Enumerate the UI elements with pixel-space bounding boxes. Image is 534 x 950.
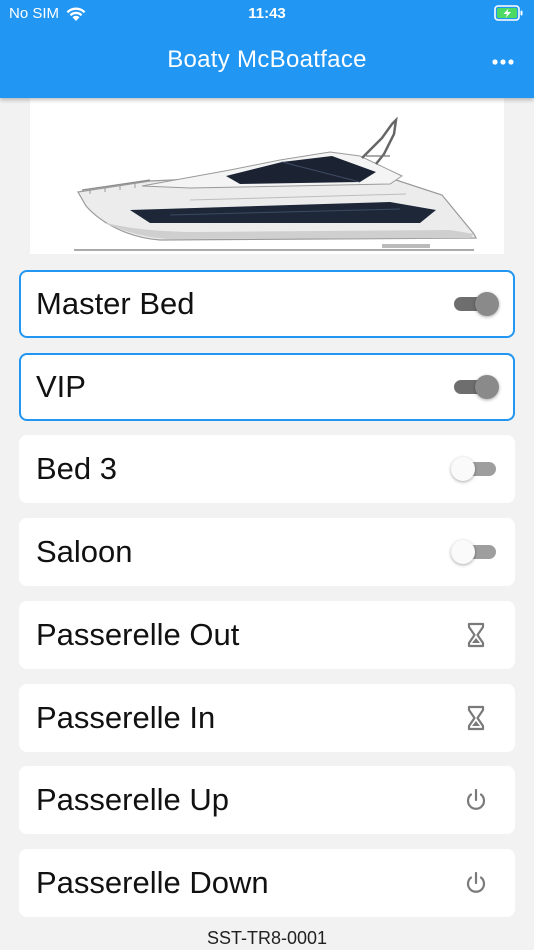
control-label: Passerelle Out — [36, 617, 240, 652]
control-passerelle-out[interactable]: Passerelle Out — [19, 601, 515, 669]
hourglass-icon — [467, 705, 485, 731]
status-battery — [494, 4, 524, 26]
power-icon — [466, 871, 486, 893]
saloon-toggle[interactable] — [451, 537, 499, 567]
control-label: Passerelle Down — [36, 865, 269, 900]
control-saloon[interactable]: Saloon — [19, 518, 515, 586]
control-label: VIP — [36, 369, 86, 404]
more-options-icon[interactable] — [490, 52, 516, 72]
boat-image — [30, 98, 504, 254]
toggle-knob — [475, 292, 499, 316]
control-passerelle-up[interactable]: Passerelle Up — [19, 766, 515, 834]
control-master-bed[interactable]: Master Bed — [19, 270, 515, 338]
control-bed-3[interactable]: Bed 3 — [19, 435, 515, 503]
toggle-knob — [451, 457, 475, 481]
control-passerelle-in[interactable]: Passerelle In — [19, 684, 515, 752]
hourglass-icon — [467, 622, 485, 648]
device-id: SST-TR8-0001 — [206, 928, 328, 948]
control-label: Saloon — [36, 534, 133, 569]
master-bed-toggle[interactable] — [451, 289, 499, 319]
battery-charging-icon — [494, 5, 523, 21]
bed-3-toggle[interactable] — [451, 454, 499, 484]
control-label: Master Bed — [36, 286, 195, 321]
status-time: 11:43 — [248, 5, 286, 22]
app-title: Boaty McBoatface — [167, 46, 367, 73]
control-passerelle-down[interactable]: Passerelle Down — [19, 849, 515, 917]
control-vip[interactable]: VIP — [19, 353, 515, 421]
app-bar: No SIM 11:43 Boaty McBoatface — [0, 0, 534, 98]
control-label: Passerelle In — [36, 700, 216, 735]
power-icon — [466, 788, 486, 810]
control-label: Bed 3 — [36, 451, 118, 486]
control-label: Passerelle Up — [36, 782, 229, 817]
toggle-knob — [451, 540, 475, 564]
toggle-knob — [475, 375, 499, 399]
vip-toggle[interactable] — [451, 372, 499, 402]
